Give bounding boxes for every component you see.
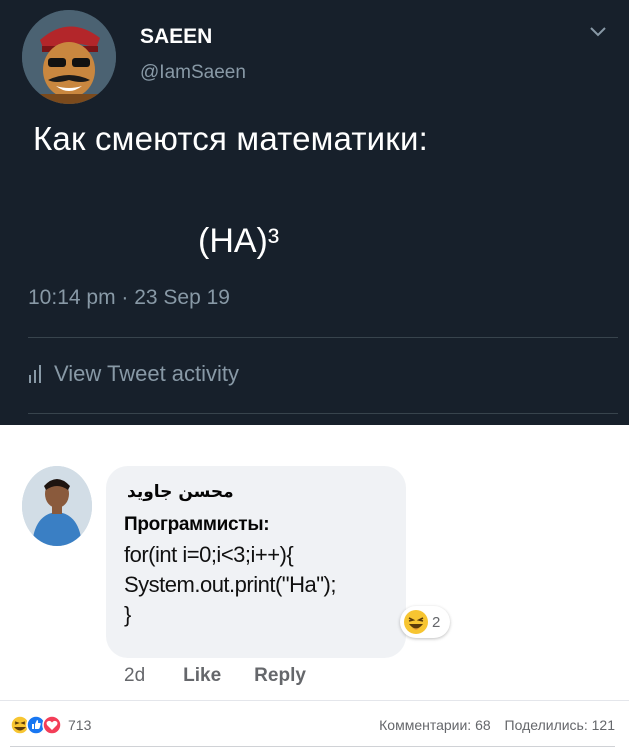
comment-time[interactable]: 2d <box>124 665 145 687</box>
divider <box>10 746 615 747</box>
commenter-name[interactable]: محسن جاوید <box>127 482 234 502</box>
love-icon <box>42 715 62 735</box>
code-line: } <box>124 602 131 627</box>
commenter-avatar[interactable] <box>22 466 92 546</box>
post-reaction-count[interactable]: 713 <box>68 717 91 733</box>
comments-count[interactable]: Комментарии: 68 <box>379 717 491 733</box>
comment-heading: Программисты: <box>124 514 270 535</box>
laughing-emoji-icon <box>404 610 428 634</box>
post-counters: Комментарии: 68 Поделились: 121 <box>369 717 615 733</box>
reply-button[interactable]: Reply <box>254 665 306 687</box>
tweet-timestamp[interactable]: 10:14 pm · 23 Sep 19 <box>28 286 230 310</box>
comment-code: for(int i=0;i<3;i++){ System.out.print("H… <box>124 540 336 630</box>
chevron-down-icon[interactable] <box>588 24 608 38</box>
code-line: for(int i=0;i<3;i++){ <box>124 542 294 567</box>
divider <box>28 413 618 414</box>
avatar[interactable] <box>22 10 116 104</box>
comment-reaction-badge[interactable]: 2 <box>400 606 450 638</box>
code-line: System.out.print("Ha"); <box>124 572 336 597</box>
divider <box>28 337 618 338</box>
shares-count[interactable]: Поделились: 121 <box>505 717 615 733</box>
post-stats-bar: 713 Комментарии: 68 Поделились: 121 <box>10 712 615 738</box>
tweet-formula: (HA)³ <box>198 222 280 260</box>
avatar-illustration <box>22 10 116 104</box>
commenter-photo <box>22 466 92 546</box>
divider <box>0 700 629 701</box>
comment-actions: 2d Like Reply <box>124 665 339 687</box>
tweet-card: SAEEN @IamSaeen Как смеются математики: … <box>0 0 629 425</box>
view-tweet-activity-link[interactable]: View Tweet activity <box>28 361 239 387</box>
display-name[interactable]: SAEEN <box>140 25 212 49</box>
tweet-text: Как смеются математики: <box>33 120 428 157</box>
user-handle[interactable]: @IamSaeen <box>140 62 246 84</box>
reaction-count: 2 <box>432 613 441 631</box>
view-tweet-activity-label: View Tweet activity <box>54 361 240 386</box>
bar-chart-icon <box>29 365 41 383</box>
post-reactions[interactable] <box>10 715 62 735</box>
like-button[interactable]: Like <box>183 665 221 687</box>
